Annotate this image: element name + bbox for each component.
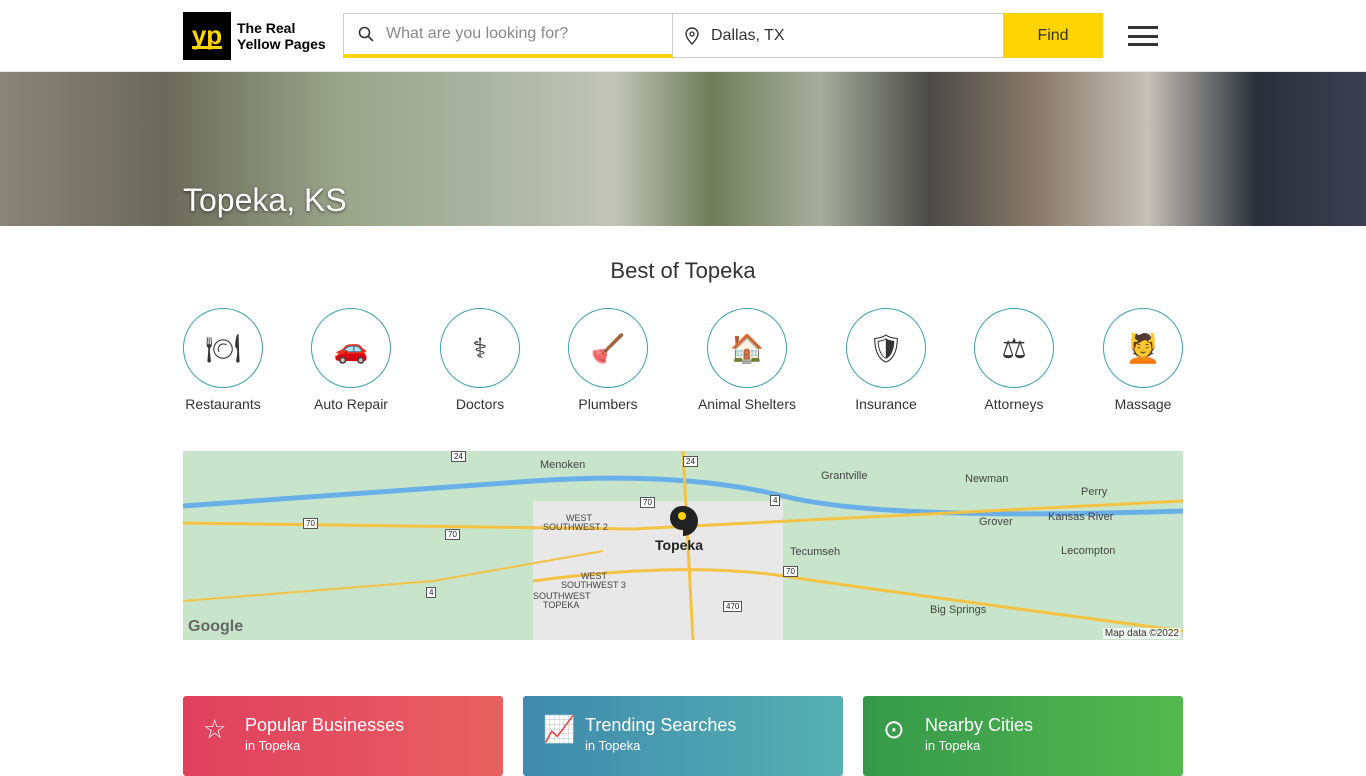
category-animal-shelters[interactable]: 🏠 Animal Shelters	[687, 308, 807, 412]
logo-mark: yp	[191, 19, 223, 50]
map-place-label: SOUTHWEST 3	[561, 580, 626, 590]
map-place-label: Grantville	[821, 470, 868, 482]
highway-shield: 70	[303, 518, 318, 529]
category-label: Massage	[1114, 396, 1172, 412]
map-attribution[interactable]: Map data ©2022	[1102, 628, 1181, 639]
highway-shield: 70	[640, 497, 655, 508]
category-doctors[interactable]: ⚕ Doctors	[420, 308, 540, 412]
map-place-label: Lecompton	[1061, 545, 1116, 557]
highway-shield: 470	[723, 601, 743, 612]
category-icon: 🍽	[183, 308, 263, 388]
card-subtitle: in Topeka	[925, 738, 981, 753]
category-label: Restaurants	[185, 396, 261, 412]
highway-shield: 24	[451, 451, 466, 462]
category-plumbers[interactable]: 🪠 Plumbers	[548, 308, 668, 412]
map-city-label: Topeka	[655, 537, 703, 553]
category-icon: 💆	[1103, 308, 1183, 388]
google-logo: Google	[188, 618, 244, 635]
map-place-label: Tecumseh	[790, 546, 841, 558]
highway-shield: 4	[426, 587, 437, 598]
card-subtitle: in Topeka	[585, 738, 641, 753]
card-title: Nearby Cities	[925, 715, 1034, 735]
map-place-label: Newman	[965, 473, 1009, 485]
find-button[interactable]: Find	[1003, 13, 1103, 58]
map-place-label: Grover	[979, 516, 1013, 528]
nearby-cities-icon: ⊙	[883, 714, 905, 744]
category-icon: 🚗	[311, 308, 391, 388]
category-label: Auto Repair	[314, 396, 388, 412]
card-subtitle: in Topeka	[245, 738, 301, 753]
city-title: Topeka, KS	[183, 182, 347, 218]
search-box	[343, 13, 673, 58]
map-place-label: SOUTHWEST 2	[543, 522, 608, 532]
header: yp The RealYellow Pages Find	[0, 0, 1366, 72]
search-icon	[358, 26, 374, 42]
category-icon: 🪠	[568, 308, 648, 388]
yp-logo[interactable]: yp The Real Yellow Pages	[183, 12, 326, 60]
map-place-label: Menoken	[540, 459, 586, 471]
logo-line1: The Real	[237, 20, 296, 36]
map[interactable]: Topeka Menoken Grantville Newman Perry Grover…	[183, 451, 1183, 640]
card-title: Popular Businesses	[245, 715, 405, 735]
category-attorneys[interactable]: ⚖ Attorneys	[954, 308, 1074, 412]
category-icon: ⚕	[440, 308, 520, 388]
category-massage[interactable]: 💆 Massage	[1083, 308, 1203, 412]
category-auto-repair[interactable]: 🚗 Auto Repair	[291, 308, 411, 412]
card-popular-businesses[interactable]: ☆ Popular Businesses in Topeka	[183, 696, 503, 776]
category-icon: 🏠	[707, 308, 787, 388]
category-label: Animal Shelters	[697, 396, 797, 412]
best-of-title: Best of Topeka	[610, 258, 756, 283]
map-place-label: Big Springs	[930, 604, 987, 616]
category-icon: ⚖	[974, 308, 1054, 388]
map-place-label: TOPEKA	[543, 600, 580, 610]
map-place-label: Kansas River	[1048, 511, 1114, 523]
highway-shield: 4	[770, 495, 781, 506]
hero-banner: Topeka, KS	[0, 72, 1366, 226]
logo-line2: Yellow Pages	[237, 36, 326, 52]
category-icon: 🛡	[846, 308, 926, 388]
card-trending-searches[interactable]: 📈 Trending Searches in Topeka	[523, 696, 843, 776]
hamburger-menu-icon[interactable]	[1128, 26, 1158, 46]
card-nearby-cities[interactable]: ⊙ Nearby Cities in Topeka	[863, 696, 1183, 776]
trending-searches-icon: 📈	[543, 714, 576, 744]
category-label: Plumbers	[578, 396, 638, 412]
map-place-label: Perry	[1081, 486, 1108, 498]
card-title: Trending Searches	[585, 715, 737, 735]
category-restaurants[interactable]: 🍽 Restaurants	[163, 308, 283, 412]
popular-businesses-icon: ☆	[203, 714, 227, 744]
highway-shield: 70	[783, 566, 798, 577]
location-pin-icon	[685, 26, 699, 45]
category-label: Doctors	[455, 396, 505, 412]
category-insurance[interactable]: 🛡 Insurance	[826, 308, 946, 412]
category-label: Insurance	[855, 396, 917, 412]
location-box	[673, 13, 1004, 58]
search-input[interactable]	[386, 25, 646, 43]
highway-shield: 24	[683, 456, 698, 467]
location-input[interactable]	[711, 26, 971, 45]
category-label: Attorneys	[984, 396, 1044, 412]
highway-shield: 70	[445, 529, 460, 540]
